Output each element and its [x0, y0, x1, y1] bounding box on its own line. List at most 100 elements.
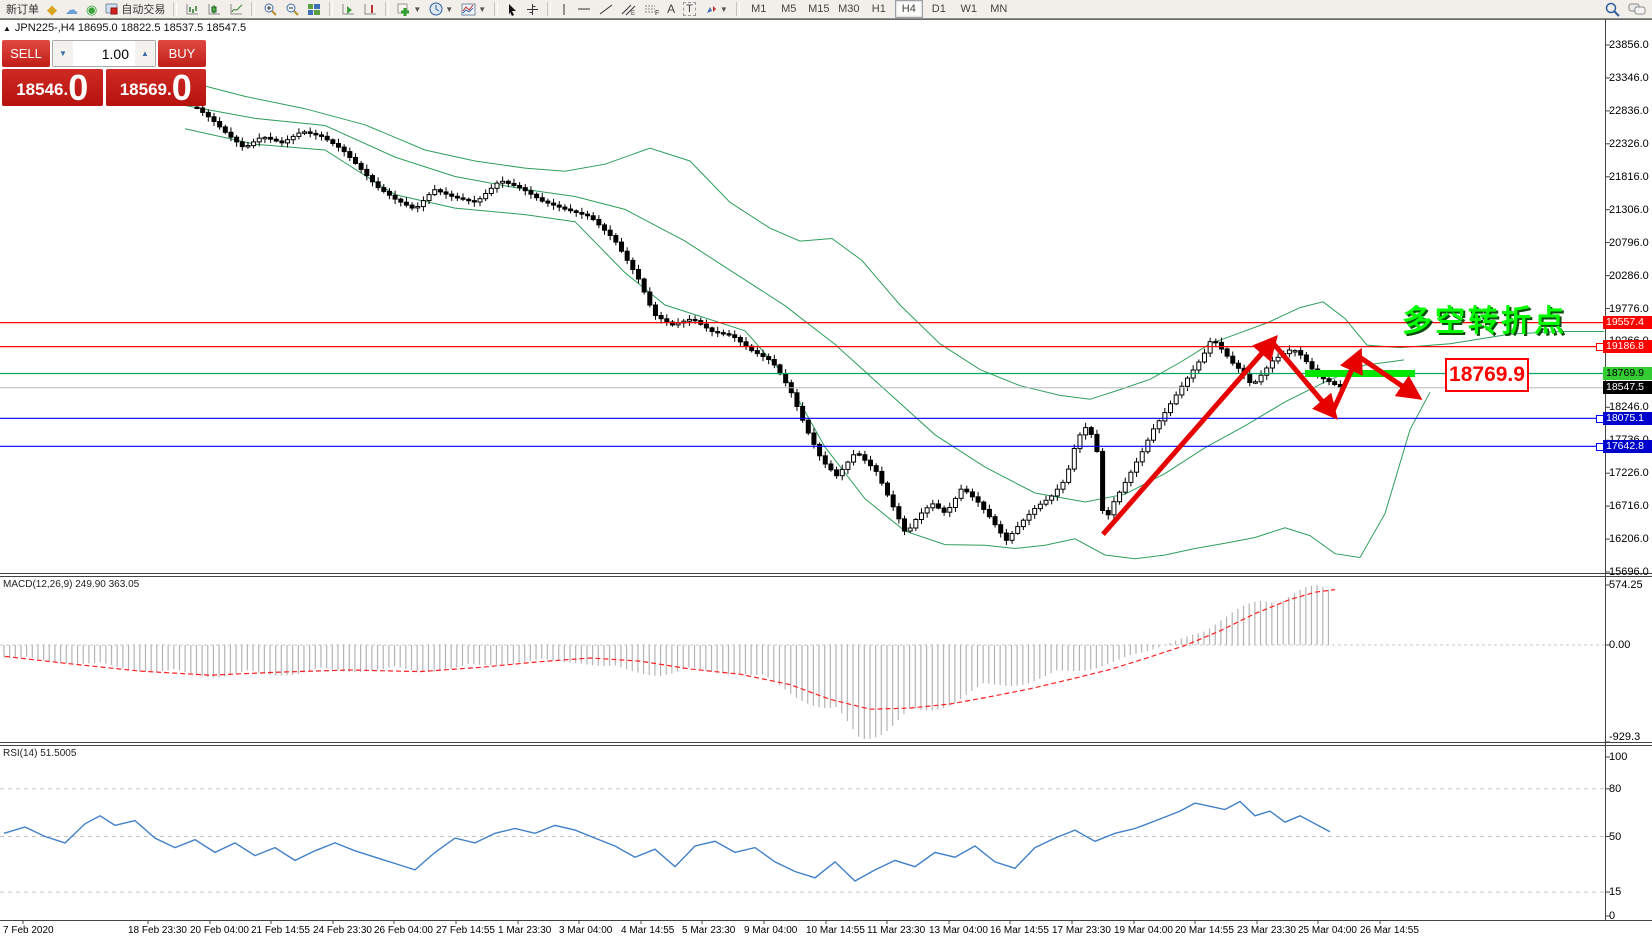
volume-input[interactable]: 1.00 — [73, 41, 135, 66]
timeframe-menu-button[interactable]: ▼ — [425, 0, 457, 19]
trendline-tool-button[interactable] — [595, 0, 617, 19]
new-order-icon[interactable]: ◆ — [43, 0, 61, 19]
zoom-out-icon — [285, 3, 299, 16]
candlestick-chart-icon — [207, 3, 221, 16]
price-tick-label: 19776.0 — [1609, 303, 1649, 315]
volume-increase-button[interactable]: ▲ — [135, 41, 155, 66]
fibonacci-icon: F — [644, 3, 659, 16]
time-axis-label: 21 Feb 14:55 — [251, 925, 310, 936]
price-tag[interactable]: 18075.1 — [1603, 412, 1652, 425]
tile-windows-button[interactable] — [303, 0, 325, 19]
price-tag[interactable]: 18769.9 — [1603, 367, 1652, 380]
time-axis-label: 25 Mar 04:00 — [1298, 925, 1357, 936]
price-callout-box[interactable]: 18769.9 — [1445, 358, 1529, 392]
current-price-tag[interactable]: 18547.5 — [1603, 381, 1652, 394]
channel-tool-button[interactable]: E — [617, 0, 640, 19]
timeframe-MN[interactable]: MN — [985, 0, 1013, 18]
zoom-in-button[interactable] — [259, 0, 281, 19]
sell-price-display[interactable]: 18546.0 — [2, 69, 103, 106]
vertical-line-icon — [559, 3, 569, 16]
chevron-down-icon: ▼ — [445, 5, 453, 14]
price-tag[interactable]: 19186.8 — [1603, 340, 1652, 353]
search-icon[interactable] — [1605, 2, 1620, 17]
auto-scroll-icon — [341, 3, 355, 16]
timeframe-M5[interactable]: M5 — [775, 0, 803, 18]
buy-button[interactable]: BUY — [158, 40, 206, 67]
signal-icon: ◉ — [86, 3, 97, 16]
timeframe-W1[interactable]: W1 — [955, 0, 983, 18]
buy-price-display[interactable]: 18569.0 — [106, 69, 207, 106]
price-tick-label: 21306.0 — [1609, 204, 1649, 216]
trendline-icon — [599, 3, 613, 16]
symbol-ohlc-line[interactable]: ▲JPN225-,H4 18695.0 18822.5 18537.5 1854… — [3, 22, 246, 34]
timeframe-group: M1M5M15M30H1H4D1W1MN — [744, 0, 1014, 18]
time-axis-label: 3 Mar 04:00 — [559, 925, 612, 936]
candle-chart-button[interactable] — [203, 0, 225, 19]
signal-icon-button[interactable]: ◉ — [82, 0, 101, 19]
timeframe-M15[interactable]: M15 — [805, 0, 833, 18]
macd-name: MACD(12,26,9) — [3, 579, 72, 590]
shapes-button[interactable]: ▼ — [700, 0, 732, 19]
rsi-name: RSI(14) — [3, 748, 37, 759]
cursor-button[interactable] — [502, 0, 522, 19]
cloud-icon: ☁ — [65, 3, 78, 16]
crosshair-button[interactable] — [522, 0, 543, 19]
autotrade-label: 自动交易 — [121, 1, 165, 17]
time-axis-label: 16 Mar 14:55 — [990, 925, 1049, 936]
publish-icon[interactable]: ☁ — [61, 0, 82, 19]
hline-tool-button[interactable] — [573, 0, 595, 19]
vline-tool-button[interactable] — [555, 0, 573, 19]
timeframe-D1[interactable]: D1 — [925, 0, 953, 18]
autotrade-button[interactable]: 自动交易 — [101, 0, 169, 19]
templates-button[interactable]: ▼ — [457, 0, 490, 19]
time-axis-label: 10 Mar 14:55 — [806, 925, 865, 936]
fibonacci-tool-button[interactable]: F — [640, 0, 663, 19]
hline-drag-handle[interactable] — [1596, 343, 1604, 351]
chat-icon[interactable] — [1628, 2, 1646, 16]
thick-green-segment[interactable] — [1305, 370, 1415, 377]
timeframe-H1[interactable]: H1 — [865, 0, 893, 18]
zoom-out-button[interactable] — [281, 0, 303, 19]
mt4-window: 新订单 ◆ ☁ ◉ 自动交易 ▼ ▼ ▼ E F A T ▼ — [0, 0, 1652, 940]
chart-shift-button[interactable] — [359, 0, 381, 19]
timeframe-M30[interactable]: M30 — [835, 0, 863, 18]
price-tick-label: 16716.0 — [1609, 500, 1649, 512]
price-tick-label: 15696.0 — [1609, 566, 1649, 578]
indicators-button[interactable]: ▼ — [393, 0, 425, 19]
time-axis-label: 11 Mar 23:30 — [867, 925, 925, 936]
timeframe-M1[interactable]: M1 — [745, 0, 773, 18]
separator — [329, 2, 333, 16]
volume-decrease-button[interactable]: ▼ — [53, 41, 73, 66]
price-tick-label: 17226.0 — [1609, 467, 1649, 479]
auto-scroll-button[interactable] — [337, 0, 359, 19]
hline-drag-handle[interactable] — [1596, 415, 1604, 423]
macd-pane-label: MACD(12,26,9) 249.90 363.05 — [3, 579, 139, 590]
separator — [173, 2, 177, 16]
bull-bear-turning-point-label[interactable]: 多空转折点 — [1402, 296, 1567, 340]
price-tick-label: 20286.0 — [1609, 270, 1649, 282]
chevron-down-icon: ▼ — [478, 5, 486, 14]
macd-tick-label: 0.00 — [1609, 639, 1630, 651]
rsi-tick-label: 15 — [1609, 886, 1621, 898]
chart-canvas[interactable] — [0, 0, 1652, 940]
price-tag[interactable]: 17642.8 — [1603, 440, 1652, 453]
macd-tick-label: -929.3 — [1609, 731, 1640, 743]
time-axis-label: 7 Feb 2020 — [3, 925, 54, 936]
time-axis-label: 20 Feb 04:00 — [190, 925, 249, 936]
chevron-down-icon: ▼ — [720, 5, 728, 14]
line-chart-button[interactable] — [225, 0, 247, 19]
price-tag[interactable]: 19557.4 — [1603, 316, 1652, 329]
hline-drag-handle[interactable] — [1596, 443, 1604, 451]
sell-button[interactable]: SELL — [2, 40, 50, 67]
text-tool-button[interactable]: A — [663, 0, 679, 19]
bar-chart-button[interactable] — [181, 0, 203, 19]
symbol-ohlc-text: JPN225-,H4 18695.0 18822.5 18537.5 18547… — [15, 22, 246, 34]
new-order-button[interactable]: 新订单 — [2, 0, 43, 19]
time-axis-label: 27 Feb 14:55 — [436, 925, 495, 936]
cursor-icon — [506, 3, 518, 16]
time-axis-label: 26 Feb 04:00 — [374, 925, 433, 936]
template-icon — [461, 3, 476, 16]
clock-icon — [429, 2, 443, 16]
timeframe-H4[interactable]: H4 — [895, 0, 923, 18]
label-tool-button[interactable]: T — [679, 0, 700, 19]
